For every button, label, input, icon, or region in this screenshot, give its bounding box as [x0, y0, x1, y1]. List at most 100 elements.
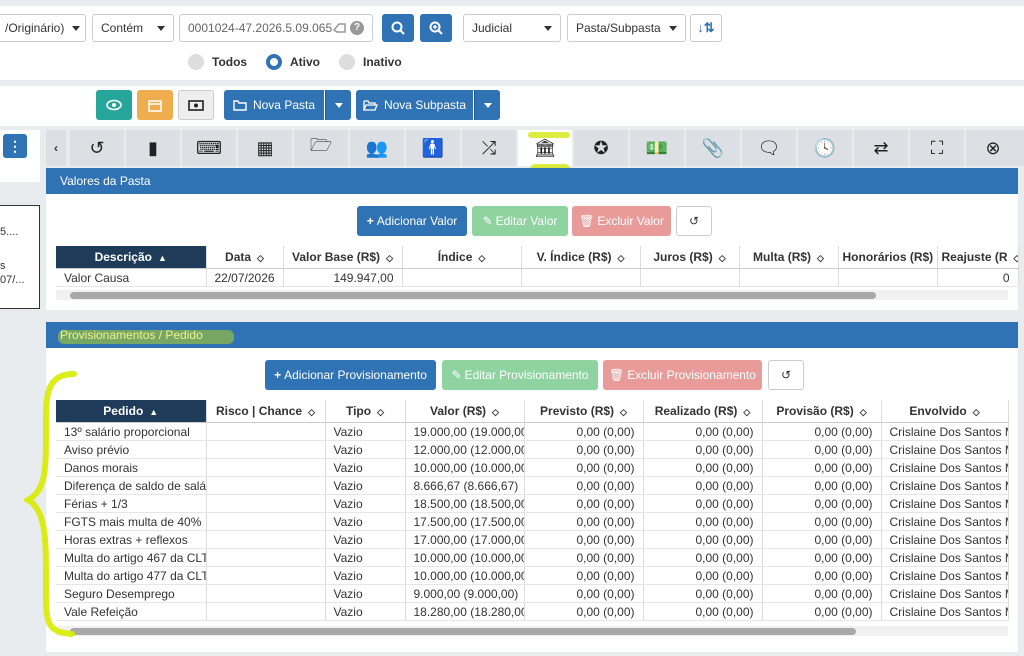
table-row[interactable]: Diferença de saldo de salá Vazio 8.666,67 …: [56, 476, 1009, 495]
new-folder-button[interactable]: Nova Pasta: [224, 90, 324, 120]
edit-provision-button[interactable]: ✎ Editar Provisionamento: [442, 360, 598, 390]
table-row[interactable]: Valor Causa 22/07/2026 149.947,00 0: [56, 268, 1019, 287]
table-cell: 0,00 (0,00): [762, 530, 882, 549]
table-cell: [206, 494, 326, 513]
tab-paperclip[interactable]: 📎: [686, 130, 740, 166]
values-table: Descrição ▲ Data ◇ Valor Base (R$) ◇ Índice ◇ V.…: [56, 246, 1019, 287]
sidebar-menu-button[interactable]: ⋮: [3, 134, 27, 158]
category-select[interactable]: Judicial: [463, 14, 561, 42]
column-header[interactable]: Realizado (R$) ◇: [643, 400, 763, 423]
scroll-thumb[interactable]: [70, 628, 856, 635]
column-header[interactable]: Reajuste (R ◇: [937, 246, 1019, 269]
tab-person[interactable]: 🚹: [406, 130, 460, 166]
tab-history[interactable]: ↺: [70, 130, 124, 166]
tab-clock[interactable]: 🕓: [798, 130, 852, 166]
radio-active-label: Ativo: [290, 55, 320, 69]
column-header[interactable]: Valor (R$) ◇: [405, 400, 525, 423]
column-header[interactable]: Risco | Chance ◇: [206, 400, 326, 423]
table-row[interactable]: Horas extras + reflexos Vazio 17.000,00 (1…: [56, 530, 1009, 549]
column-header-label: Provisão (R$): [776, 404, 854, 418]
values-history-button[interactable]: ↺: [676, 206, 712, 236]
eye-icon: [106, 99, 122, 111]
table-cell: 0,00 (0,00): [762, 566, 882, 585]
radio-active[interactable]: Ativo: [266, 54, 320, 70]
add-value-button[interactable]: + Adicionar Valor: [357, 206, 467, 236]
eraser-icon[interactable]: [333, 22, 347, 34]
chevron-down-icon: [669, 25, 677, 31]
table-cell: [640, 268, 740, 287]
table-cell: 0,00 (0,00): [524, 422, 644, 441]
sort-icon: ◇: [743, 407, 751, 417]
values-scrollbar[interactable]: [56, 290, 1008, 300]
new-folder-label: Nova Pasta: [252, 98, 316, 112]
money-button[interactable]: [178, 90, 214, 120]
column-header[interactable]: Índice ◇: [402, 246, 522, 269]
table-row[interactable]: Vale Refeição Vazio 18.280,00 (18.280,00 0,…: [56, 602, 1009, 621]
delete-value-button[interactable]: 🗑 Excluir Valor: [572, 206, 671, 236]
sort-button[interactable]: ↓⇅: [690, 14, 722, 42]
scroll-thumb[interactable]: [70, 292, 876, 299]
edit-value-button[interactable]: ✎ Editar Valor: [472, 206, 568, 236]
provisions-scrollbar[interactable]: [56, 626, 1008, 636]
provisions-history-button[interactable]: ↺: [768, 360, 804, 390]
scope-select[interactable]: Pasta/Subpasta: [567, 14, 686, 42]
tab-users[interactable]: 👥: [350, 130, 404, 166]
help-icon[interactable]: ?: [350, 21, 364, 35]
column-header[interactable]: Descrição ▲: [56, 246, 207, 269]
tab-expand[interactable]: ⛶: [910, 130, 964, 166]
view-button[interactable]: [96, 90, 132, 120]
calendar-icon: ▦: [256, 137, 274, 158]
new-folder-dropdown[interactable]: [325, 90, 351, 120]
new-subfolder-dropdown[interactable]: [474, 90, 500, 120]
search-type-select[interactable]: /Originário): [0, 14, 86, 42]
table-row[interactable]: Multa do artigo 477 da CLT Vazio 10.000,00…: [56, 566, 1009, 585]
tab-award[interactable]: ✪: [574, 130, 628, 166]
table-cell: Vazio: [325, 422, 406, 441]
column-header[interactable]: Previsto (R$) ◇: [524, 400, 644, 423]
trash-icon: 🗑: [579, 214, 595, 228]
delete-provision-button[interactable]: 🗑 Excluir Provisionamento: [603, 360, 762, 390]
search-button[interactable]: [382, 14, 414, 42]
table-row[interactable]: Seguro Desemprego Vazio 9.000,00 (9.000,00…: [56, 584, 1009, 603]
history-icon: ↺: [89, 137, 105, 158]
operator-select[interactable]: Contém: [92, 14, 174, 42]
add-provision-button[interactable]: + Adicionar Provisionamento: [265, 360, 436, 390]
table-row[interactable]: Férias + 1/3 Vazio 18.500,00 (18.500,00 0,0…: [56, 494, 1009, 513]
tabs-scroll-left[interactable]: ‹: [46, 130, 66, 166]
column-header[interactable]: Envolvido ◇: [881, 400, 1009, 423]
table-row[interactable]: 13º salário proporcional Vazio 19.000,00 (…: [56, 422, 1009, 441]
tab-keyboard[interactable]: ⌨: [182, 130, 236, 166]
tab-comment[interactable]: 🗨: [742, 130, 796, 166]
person-icon: 🚹: [421, 137, 445, 158]
column-header[interactable]: Data ◇: [206, 246, 284, 269]
column-header[interactable]: Multa (R$) ◇: [739, 246, 839, 269]
tab-folder-open[interactable]: 🗁: [294, 130, 348, 166]
column-header[interactable]: Provisão (R$) ◇: [762, 400, 882, 423]
radio-all[interactable]: Todos: [188, 54, 247, 70]
column-header[interactable]: Juros (R$) ◇: [640, 246, 740, 269]
sidebar-selected-item[interactable]: 5.... s 07/...: [0, 205, 40, 309]
comment-icon: 🗨: [757, 137, 781, 158]
column-header-label: Data: [225, 250, 252, 264]
zoom-search-button[interactable]: [420, 14, 452, 42]
column-header[interactable]: Honorários (R$)◇: [838, 246, 938, 269]
tab-calendar[interactable]: ▦: [238, 130, 292, 166]
column-header[interactable]: V. Índice (R$) ◇: [521, 246, 641, 269]
new-subfolder-button[interactable]: Nova Subpasta: [356, 90, 473, 120]
table-row[interactable]: FGTS mais multa de 40% Vazio 17.500,00 (17…: [56, 512, 1009, 531]
table-row[interactable]: Multa do artigo 467 da CLT Vazio 10.000,00…: [56, 548, 1009, 567]
radio-inactive[interactable]: Inativo: [339, 54, 402, 70]
search-input[interactable]: 0001024-47.2026.5.09.065 ?: [179, 14, 373, 42]
column-header[interactable]: Tipo ◇: [325, 400, 406, 423]
tab-book[interactable]: ▮: [126, 130, 180, 166]
tab-close-circle[interactable]: ⊗: [966, 130, 1020, 166]
tab-exchange[interactable]: ⇄: [854, 130, 908, 166]
table-row[interactable]: Aviso prévio Vazio 12.000,00 (12.000,00 0,0…: [56, 440, 1009, 459]
tab-shuffle[interactable]: ⤮: [462, 130, 516, 166]
shuffle-icon: ⤮: [481, 137, 497, 158]
table-cell: 12.000,00 (12.000,00: [405, 440, 525, 459]
column-header[interactable]: Valor Base (R$) ◇: [283, 246, 403, 269]
table-row[interactable]: Danos morais Vazio 10.000,00 (10.000,00 0,0…: [56, 458, 1009, 477]
tab-money[interactable]: 💵: [630, 130, 684, 166]
calendar-button[interactable]: [137, 90, 173, 120]
